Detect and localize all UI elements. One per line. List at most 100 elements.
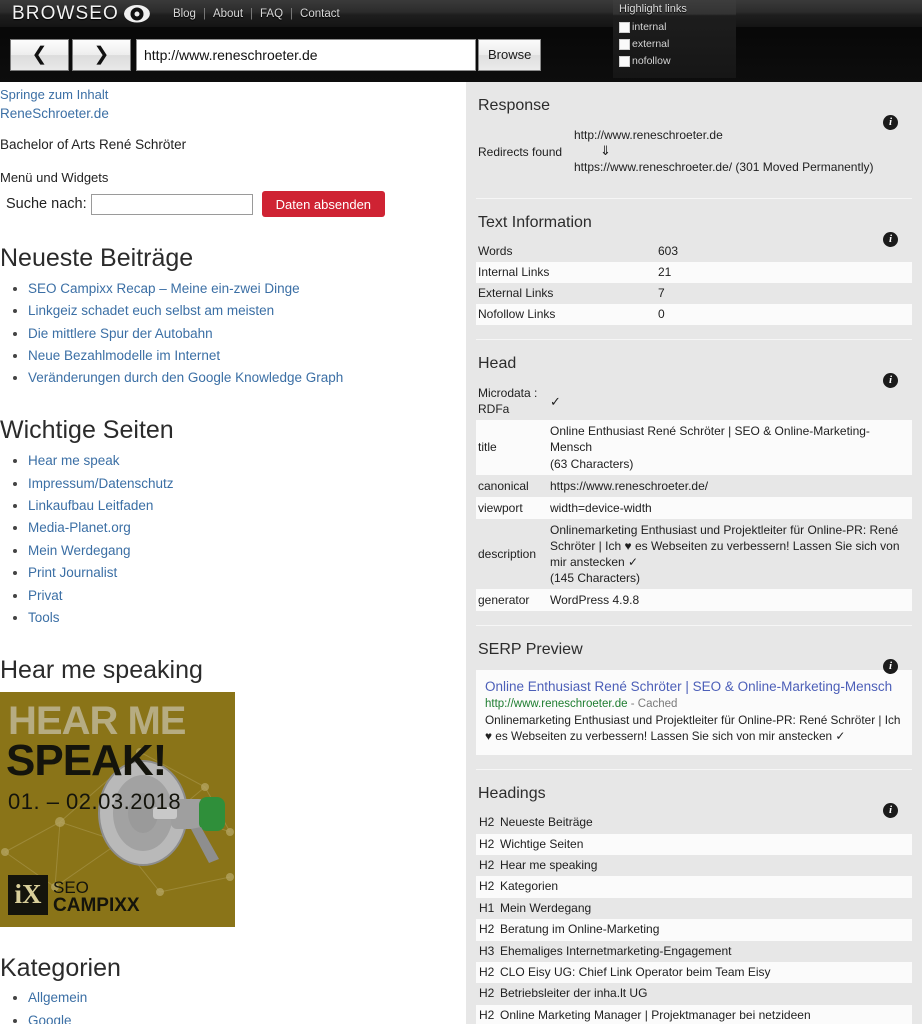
brand-text: BROWSEO [12,2,119,24]
list-item: Impressum/Datenschutz [28,474,466,495]
url-input[interactable] [136,38,476,71]
redirect-from-url: http://www.reneschroeter.de [574,128,723,142]
serp-title-text: SERP Preview [478,641,583,659]
campixx-logo: iX SEO CAMPIXX [8,874,140,916]
head-value: Online Enthusiast René Schröter | SEO & … [550,424,870,455]
banner-line1: HEAR ME [8,698,186,743]
nav-link-blog[interactable]: Blog [166,8,203,20]
eye-icon [123,4,150,23]
head-key: viewport [478,500,523,515]
page-link[interactable]: Linkaufbau Leitfaden [28,498,153,513]
page-link[interactable]: Media-Planet.org [28,520,131,535]
heading-row: H2 Wichtige Seiten [476,833,912,855]
highlight-label-external: external [632,38,670,50]
highlight-label-internal: internal [632,21,667,33]
headings-list: H2 Neueste Beiträge H2 Wichtige Seiten H2 H… [476,812,912,1024]
text-info-label: External Links [478,286,554,301]
nav-link-about[interactable]: About [206,8,250,20]
text-info-label: Internal Links [478,265,550,280]
checkbox-external[interactable] [619,38,630,50]
site-search-label: Suche nach: [6,196,87,212]
serp-result-title[interactable]: Online Enthusiast René Schröter | SEO & … [485,678,903,696]
browse-button[interactable]: Browse [478,38,542,71]
site-tagline: Bachelor of Arts René Schröter [0,137,187,152]
category-link[interactable]: Allgemein [28,990,87,1005]
site-search-input[interactable] [90,193,253,215]
page-link[interactable]: Tools [28,610,60,625]
highlight-option-external[interactable]: external [619,38,730,50]
site-preview-pane: Springe zum Inhalt ReneSchroeter.de Bach… [0,82,466,1024]
heading-row: H2 Neueste Beiträge [476,812,912,834]
head-meta-table: Microdata : RDFa ✓ title Online Enthusia… [476,382,912,612]
heading-level: H1 [479,900,495,915]
response-title-text: Response [478,97,551,114]
highlight-option-nofollow[interactable]: nofollow [619,55,730,67]
heading-level: H2 [479,836,495,851]
head-value-cell: Online Enthusiast René Schröter | SEO & … [548,420,912,474]
site-title-link[interactable]: ReneSchroeter.de [0,106,466,121]
head-value: ✓ [550,393,561,409]
checkbox-internal[interactable] [619,21,630,33]
top-nav-row: BROWSEO Blog | About | FAQ | Contact [0,0,922,27]
heading-text: Beratung im Online-Marketing [500,922,660,937]
site-search-submit-button[interactable]: Daten absenden [261,191,386,217]
skip-to-content-link[interactable]: Springe zum Inhalt [0,87,466,102]
redirects-found-row: Redirects found http://www.reneschroeter… [476,124,912,184]
campixx-brand-bottom: CAMPIXX [53,894,140,916]
site-heading-wichtige-seiten: Wichtige Seiten [0,416,174,445]
heading-row: H1 Mein Werdegang [476,897,912,920]
back-button[interactable]: ❮ [10,38,69,71]
heading-level: H2 [479,964,495,979]
heading-level: H2 [479,986,495,1001]
nav-link-faq[interactable]: FAQ [253,8,290,20]
head-value: https://www.reneschroeter.de/ [550,478,709,493]
checkbox-nofollow[interactable] [619,55,630,67]
list-item: Mein Werdegang [28,541,466,562]
highlight-links-panel: Highlight links internal external nofoll… [613,0,736,78]
heading-row: H2 Betriebsleiter der inha.lt UG [476,983,912,1005]
list-item: Media-Planet.org [28,518,466,539]
headings-section-title: Headings i [476,770,912,819]
post-link[interactable]: Die mittlere Spur der Autobahn [28,326,213,341]
serp-preview-section-title: SERP Preview i [476,626,912,675]
seo-campixx-banner[interactable]: HEAR ME SPEAK! 01. – 02.03.2018 iX SEO C… [0,691,235,927]
browseo-logo[interactable]: BROWSEO [12,3,150,25]
list-item: Veränderungen durch den Google Knowledge… [28,368,466,389]
table-row: description Onlinemarketing Enthusiast u… [476,518,912,590]
info-icon[interactable]: i [883,232,898,248]
nav-link-contact[interactable]: Contact [293,8,347,20]
serp-result-url-row: http://www.reneschroeter.de - Cached [485,698,903,710]
page-link[interactable]: Print Journalist [28,565,117,580]
page-link[interactable]: Impressum/Datenschutz [28,476,174,491]
text-information-section-title: Text Information i [476,199,912,248]
post-link[interactable]: Veränderungen durch den Google Knowledge… [28,370,343,385]
serp-cached-label[interactable]: - Cached [631,698,678,710]
table-row: Microdata : RDFa ✓ [476,382,912,421]
head-char-count: (63 Characters) [550,456,634,471]
head-key: title [478,440,497,455]
heading-level: H3 [479,943,495,958]
table-row: Nofollow Links 0 [476,304,912,326]
info-icon[interactable]: i [883,115,898,130]
heading-text: Betriebsleiter der inha.lt UG [500,986,648,1001]
heading-text: Hear me speaking [500,857,598,872]
post-link[interactable]: Linkgeiz schadet euch selbst am meisten [28,303,274,318]
post-link[interactable]: Neue Bezahlmodelle im Internet [28,348,220,363]
page-link[interactable]: Hear me speak [28,453,120,468]
text-info-label: Words [478,244,513,259]
redirect-to-url: https://www.reneschroeter.de/ (301 Moved… [574,159,874,174]
head-value: width=device-width [550,500,652,515]
table-row: generator WordPress 4.9.8 [476,589,912,612]
head-section: Head i Microdata : RDFa ✓ title Online E… [466,340,922,612]
page-link[interactable]: Privat [28,588,63,603]
table-row: canonical https://www.reneschroeter.de/ [476,474,912,497]
head-key: canonical [478,478,529,493]
page-link[interactable]: Mein Werdegang [28,543,131,558]
text-info-value: 0 [658,307,665,322]
heading-level: H2 [479,857,495,872]
post-link[interactable]: SEO Campixx Recap – Meine ein-zwei Dinge [28,281,300,296]
highlight-option-internal[interactable]: internal [619,21,730,33]
forward-button[interactable]: ❯ [72,38,131,71]
category-link[interactable]: Google [28,1013,72,1024]
list-item: Linkaufbau Leitfaden [28,496,466,517]
